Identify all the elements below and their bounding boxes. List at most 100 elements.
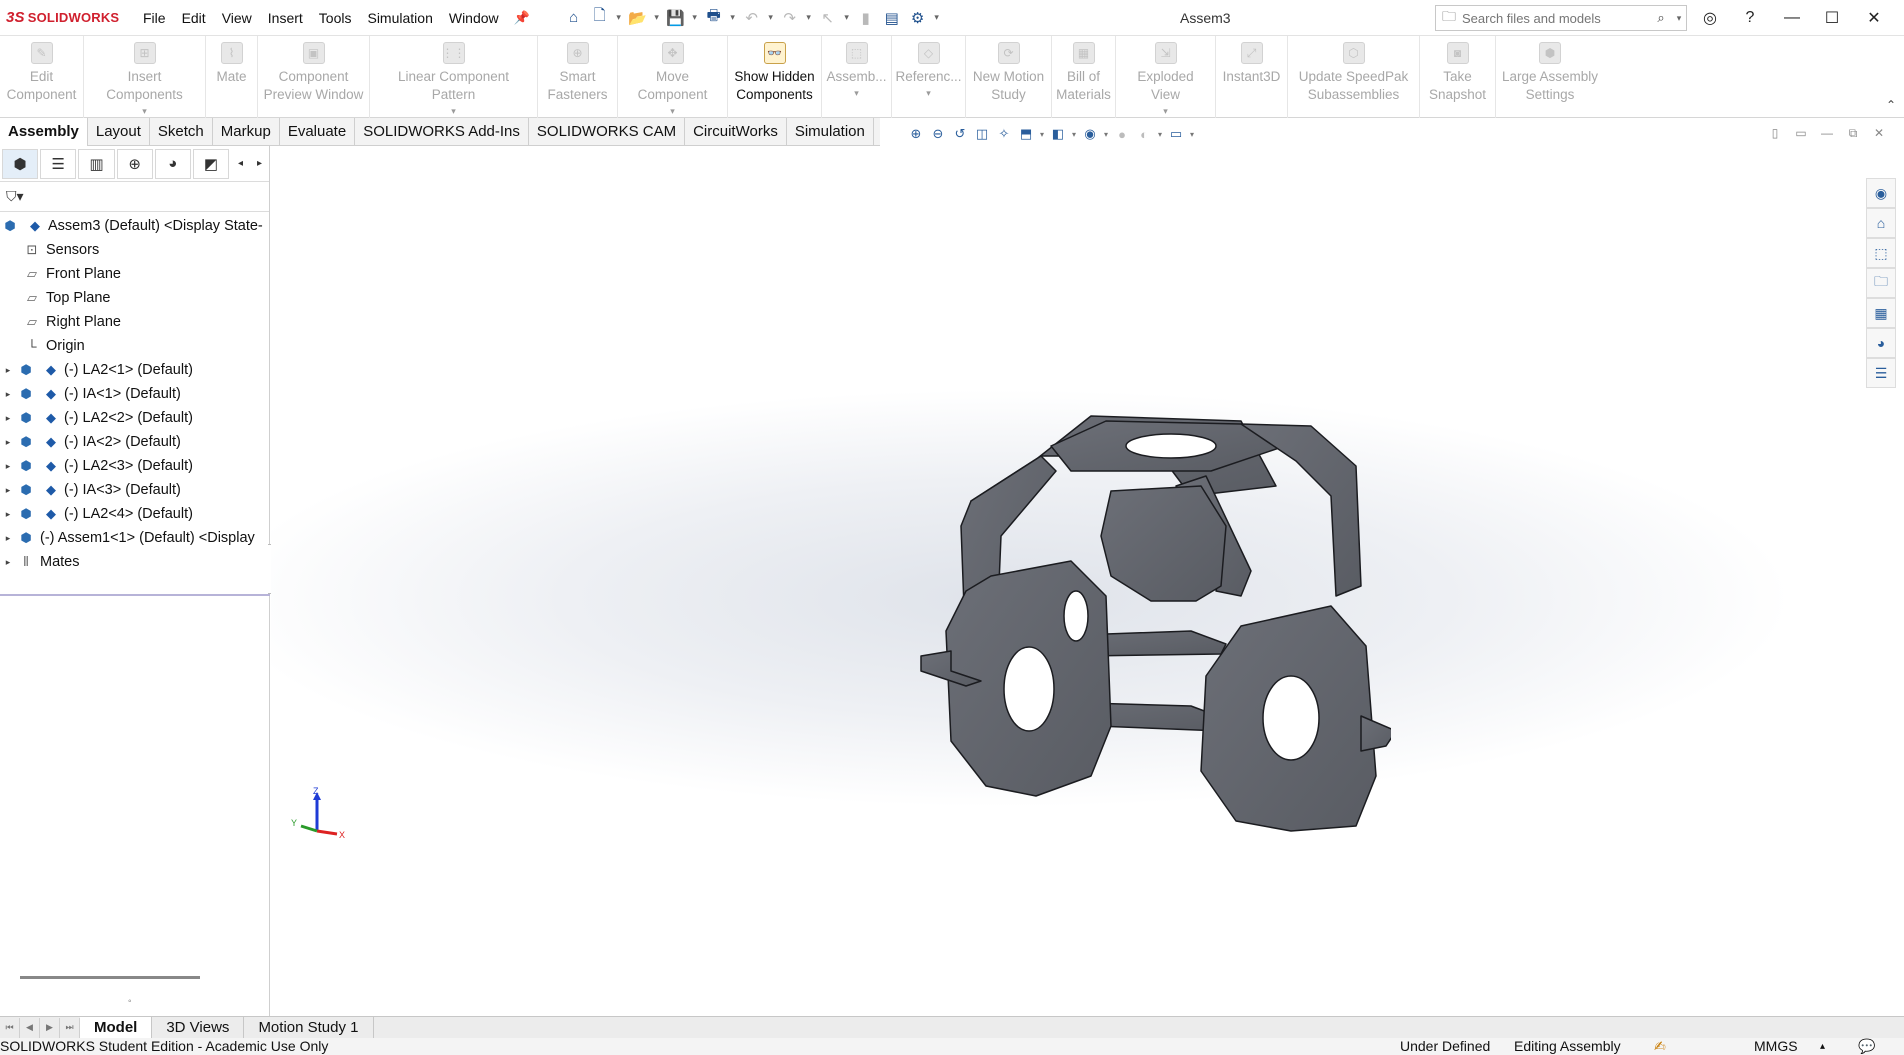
tree-item-component[interactable]: ▸ ⬢ ◆ (-) IA<2> (Default) bbox=[0, 430, 269, 454]
tabs-scroll-left-icon[interactable]: ◂ bbox=[231, 158, 250, 169]
instant3d-button[interactable]: ⤢ Instant3D bbox=[1216, 36, 1288, 118]
undo-icon[interactable]: ↶ bbox=[739, 5, 765, 31]
graphics-area[interactable]: Z X Y bbox=[271, 146, 1904, 1016]
assembly-features-button[interactable]: ⬚ Assemb... ▾ bbox=[822, 36, 892, 118]
viewport-close-icon[interactable]: ✕ bbox=[1868, 122, 1890, 144]
redo-icon[interactable]: ↷ bbox=[777, 5, 803, 31]
search-dropdown-icon[interactable]: ▾ bbox=[1672, 13, 1686, 24]
collapse-ribbon-icon[interactable]: ⌃ bbox=[1886, 98, 1896, 112]
display-style-icon[interactable]: ◧ bbox=[1047, 123, 1069, 145]
tree-item-component[interactable]: ▸ ⬢ ◆ (-) IA<3> (Default) bbox=[0, 478, 269, 502]
chat-bubble-icon[interactable]: 💬 bbox=[1858, 1038, 1875, 1055]
hide-show-dropdown-icon[interactable]: ▾ bbox=[1101, 130, 1111, 139]
hide-show-items-icon[interactable]: ◉ bbox=[1079, 123, 1101, 145]
expand-arrow-icon[interactable]: ▸ bbox=[0, 557, 16, 568]
tree-item-mates[interactable]: ▸ ⫴ Mates bbox=[0, 550, 269, 574]
tree-item-front-plane[interactable]: ▱ Front Plane bbox=[0, 262, 269, 286]
take-snapshot-button[interactable]: ◙ Take Snapshot bbox=[1420, 36, 1496, 118]
large-assembly-settings-button[interactable]: ⬢ Large Assembly Settings bbox=[1496, 36, 1604, 118]
exploded-view-button[interactable]: ⇲ Exploded View ▾ bbox=[1116, 36, 1216, 118]
viewport-minimize-icon[interactable]: — bbox=[1816, 122, 1838, 144]
tree-filter[interactable]: ⛉▾ bbox=[0, 182, 269, 212]
expand-arrow-icon[interactable]: ▸ bbox=[0, 437, 16, 448]
filter-funnel-icon[interactable]: ⛉▾ bbox=[6, 188, 24, 205]
dimxpertmanager-icon[interactable]: ⊕ bbox=[116, 148, 153, 179]
tree-item-right-plane[interactable]: ▱ Right Plane bbox=[0, 310, 269, 334]
tab-layout[interactable]: Layout bbox=[88, 118, 150, 146]
undo-dropdown-icon[interactable]: ▾ bbox=[765, 5, 777, 31]
right-tab[interactable] bbox=[1360, 715, 1391, 752]
solidworks-resources-globe-icon[interactable]: ◉ bbox=[1866, 178, 1896, 208]
dropdown-arrow-icon[interactable]: ▾ bbox=[1163, 106, 1168, 117]
new-dropdown-icon[interactable]: ▾ bbox=[613, 5, 625, 31]
menu-edit[interactable]: Edit bbox=[174, 0, 214, 36]
edit-component-button[interactable]: ✎ Edit Component bbox=[0, 36, 84, 118]
menu-insert[interactable]: Insert bbox=[260, 0, 311, 36]
view-palette-icon[interactable]: ▦ bbox=[1866, 298, 1896, 328]
edit-appearance-icon[interactable]: ● bbox=[1111, 123, 1133, 145]
viewport-tile-icon[interactable]: ▯ bbox=[1764, 122, 1786, 144]
select-dropdown-icon[interactable]: ▾ bbox=[841, 5, 853, 31]
linear-component-pattern-button[interactable]: ⋮⋮ Linear Component Pattern ▾ bbox=[370, 36, 538, 118]
zoom-to-area-icon[interactable]: ⊖ bbox=[927, 123, 949, 145]
dropdown-arrow-icon[interactable]: ▾ bbox=[142, 106, 147, 117]
insert-components-button[interactable]: ⊞ Insert Components ▾ bbox=[84, 36, 206, 118]
tabs-scroll-right-icon[interactable]: ▸ bbox=[250, 158, 269, 169]
rebuild-icon[interactable]: ▮ bbox=[853, 5, 879, 31]
dropdown-arrow-icon[interactable]: ▾ bbox=[926, 88, 931, 99]
expand-arrow-icon[interactable]: ▸ bbox=[0, 509, 16, 520]
tab-solidworks-cam[interactable]: SOLIDWORKS CAM bbox=[529, 118, 686, 146]
save-dropdown-icon[interactable]: ▾ bbox=[689, 5, 701, 31]
select-arrow-icon[interactable]: ↖ bbox=[815, 5, 841, 31]
open-folder-icon[interactable]: 📂 bbox=[625, 5, 651, 31]
expand-arrow-icon[interactable]: ▸ bbox=[0, 485, 16, 496]
back-octagon-plate[interactable] bbox=[1100, 485, 1227, 602]
view-settings-monitor-icon[interactable]: ▭ bbox=[1165, 123, 1187, 145]
open-dropdown-icon[interactable]: ▾ bbox=[651, 5, 663, 31]
tab-evaluate[interactable]: Evaluate bbox=[280, 118, 356, 146]
viewport-split-icon[interactable]: ▭ bbox=[1790, 122, 1812, 144]
custom-properties-icon[interactable]: ☰ bbox=[1866, 358, 1896, 388]
viewport-restore-icon[interactable]: ⧉ bbox=[1842, 122, 1864, 144]
solidworks-logo[interactable]: 3S SOLIDWORKS bbox=[0, 9, 135, 26]
user-account-icon[interactable]: ◎ bbox=[1690, 0, 1730, 36]
search-icon[interactable]: ⌕ bbox=[1650, 10, 1672, 26]
apply-scene-icon[interactable]: ◐ bbox=[1133, 123, 1155, 145]
tree-item-component[interactable]: ▸ ⬢ ◆ (-) LA2<3> (Default) bbox=[0, 454, 269, 478]
prev-tab-icon[interactable]: ◀ bbox=[20, 1017, 40, 1038]
search-input[interactable] bbox=[1462, 10, 1650, 26]
home-icon[interactable]: ⌂ bbox=[561, 5, 587, 31]
print-dropdown-icon[interactable]: ▾ bbox=[727, 5, 739, 31]
tab-circuitworks[interactable]: CircuitWorks bbox=[685, 118, 787, 146]
tree-item-component[interactable]: ▸ ⬢ ◆ (-) IA<1> (Default) bbox=[0, 382, 269, 406]
view-settings-dropdown-icon[interactable]: ▾ bbox=[1187, 130, 1197, 139]
axis-triad[interactable]: Z X Y bbox=[289, 786, 349, 846]
close-icon[interactable]: ✕ bbox=[1854, 0, 1894, 36]
design-library-icon[interactable]: ⬚ bbox=[1866, 238, 1896, 268]
pin-menu-icon[interactable]: 📌 bbox=[513, 9, 531, 27]
home-icon[interactable]: ⌂ bbox=[1866, 208, 1896, 238]
tab-solidworks-add-ins[interactable]: SOLIDWORKS Add-Ins bbox=[355, 118, 529, 146]
section-view-icon[interactable]: ◫ bbox=[971, 123, 993, 145]
tab-motion-study-1[interactable]: Motion Study 1 bbox=[244, 1016, 374, 1039]
tab-markup[interactable]: Markup bbox=[213, 118, 280, 146]
cam-manager-icon[interactable]: ◩ bbox=[192, 148, 230, 179]
display-style-dropdown-icon[interactable]: ▾ bbox=[1069, 130, 1079, 139]
menu-view[interactable]: View bbox=[214, 0, 260, 36]
smart-fasteners-button[interactable]: ⊕ Smart Fasteners bbox=[538, 36, 618, 118]
tree-item-origin[interactable]: └ Origin bbox=[0, 334, 269, 358]
featuremanager-tree-icon[interactable]: ⬢ bbox=[2, 148, 39, 179]
assembly-model[interactable] bbox=[771, 326, 1391, 846]
view-orientation-icon[interactable]: ⬒ bbox=[1015, 123, 1037, 145]
zoom-to-fit-icon[interactable]: ⊕ bbox=[905, 123, 927, 145]
units-dropdown-icon[interactable]: ▴ bbox=[1820, 1038, 1825, 1055]
dropdown-arrow-icon[interactable]: ▾ bbox=[854, 88, 859, 99]
propertymanager-icon[interactable]: ☰ bbox=[40, 148, 77, 179]
menu-tools[interactable]: Tools bbox=[311, 0, 360, 36]
maximize-icon[interactable]: ☐ bbox=[1812, 0, 1852, 36]
rebuild-status-icon[interactable]: ✍ bbox=[1654, 1038, 1666, 1055]
new-document-icon[interactable]: 🗋 bbox=[587, 5, 613, 31]
tree-item-subassembly[interactable]: ▸ ⬢ (-) Assem1<1> (Default) <Display bbox=[0, 526, 269, 550]
first-tab-icon[interactable]: ⏮ bbox=[0, 1017, 20, 1038]
file-properties-icon[interactable]: ▤ bbox=[879, 5, 905, 31]
